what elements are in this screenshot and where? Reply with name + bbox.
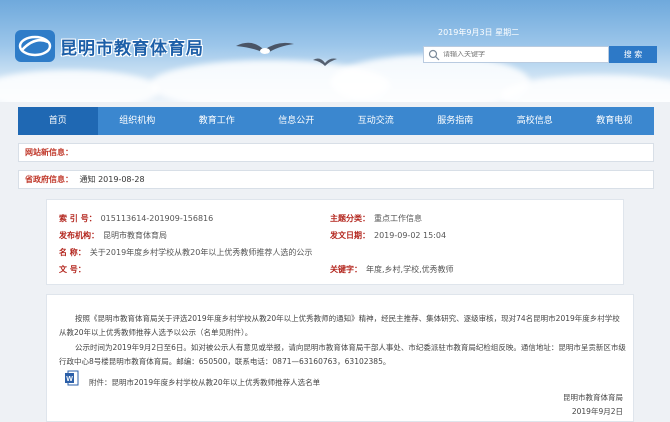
search-icon — [428, 49, 440, 60]
current-date: 2019年9月3日 星期二 — [438, 28, 520, 37]
seagull-small-image — [313, 58, 337, 66]
document-metadata: 索 引 号： 015113614-201909-156816 主题分类： 重点工作信… — [46, 199, 624, 285]
nav-item-interaction[interactable]: 互动交流 — [336, 107, 416, 135]
gov-info-label: 省政府信息： — [25, 175, 73, 184]
sign-date: 2019年9月2日 — [571, 407, 623, 416]
page: 昆明市教育体育局 2019年9月3日 星期二 搜 索 首页 组织机构 教育工作 … — [0, 0, 670, 422]
nav-item-info-disclosure[interactable]: 信息公开 — [257, 107, 337, 135]
nav-item-university-info[interactable]: 高校信息 — [495, 107, 575, 135]
article-paragraph: 公示时间为2019年9月2日至6日。如对被公示人有意见或举报，请向昆明市教育体育… — [59, 343, 626, 366]
site-news-bar: 网站新信息： — [18, 143, 654, 162]
meta-doc-no: 文 号： — [59, 265, 86, 274]
site-name: 昆明市教育体育局 — [60, 38, 204, 59]
signer: 昆明市教育体育局 — [563, 393, 623, 402]
nav-item-home[interactable]: 首页 — [18, 107, 98, 135]
main-nav: 首页 组织机构 教育工作 信息公开 互动交流 服务指南 高校信息 教育电视 — [18, 107, 654, 135]
meta-topic: 主题分类： 重点工作信息 — [330, 214, 422, 223]
article-paragraph: 按照《昆明市教育体育局关于评选2019年度乡村学校从教20年以上优秀教师的通知》… — [59, 314, 620, 337]
nav-item-service-guide[interactable]: 服务指南 — [416, 107, 496, 135]
site-logo[interactable]: 昆明市教育体育局 — [14, 28, 204, 64]
search-button[interactable]: 搜 索 — [609, 46, 657, 63]
meta-name: 名 称： 关于2019年度乡村学校从教20年以上优秀教师推荐人选的公示 — [59, 248, 313, 257]
site-news-label: 网站新信息： — [25, 148, 73, 157]
word-document-icon: W — [65, 370, 79, 386]
seagull-image — [236, 42, 294, 54]
gov-info-bar: 省政府信息： 通知 2019-08-28 — [18, 170, 654, 189]
nav-item-education-work[interactable]: 教育工作 — [177, 107, 257, 135]
gov-info-value[interactable]: 通知 2019-08-28 — [80, 175, 145, 184]
search-input[interactable] — [443, 51, 603, 58]
article-body: 按照《昆明市教育体育局关于评选2019年度乡村学校从教20年以上优秀教师的通知》… — [46, 294, 634, 422]
attachment-link[interactable]: 附件：昆明市2019年度乡村学校从教20年以上优秀教师推荐人选名单 — [89, 377, 320, 388]
nav-item-organization[interactable]: 组织机构 — [98, 107, 178, 135]
svg-text:W: W — [66, 376, 73, 383]
header-banner: 昆明市教育体育局 2019年9月3日 星期二 搜 索 — [0, 0, 670, 102]
nav-item-education-tv[interactable]: 教育电视 — [575, 107, 655, 135]
meta-keywords: 关键字： 年度,乡村,学校,优秀教师 — [330, 265, 454, 274]
logo-emblem-icon — [15, 30, 55, 62]
meta-index-no: 索 引 号： 015113614-201909-156816 — [59, 214, 214, 223]
meta-pub-date: 发文日期： 2019-09-02 15:04 — [330, 231, 447, 240]
meta-publisher: 发布机构： 昆明市教育体育局 — [59, 231, 167, 240]
search-box — [423, 46, 609, 63]
